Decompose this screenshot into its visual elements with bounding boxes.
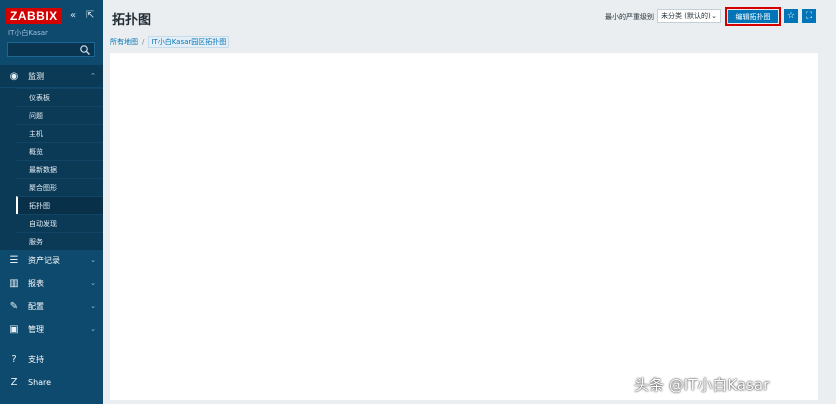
monitoring-submenu: 仪表板 问题 主机 概览 最新数据 聚合图形 拓扑图 自动发现 服务 (0, 88, 103, 250)
breadcrumb-all-maps[interactable]: 所有地图 (110, 37, 138, 47)
sidebar: ZABBIX « ⇱ IT小白Kasar ◉ 监测 ⌃ 仪表板 问题 主机 概览… (0, 0, 103, 404)
share-icon: Z (10, 376, 18, 388)
sidebar-search-input[interactable] (7, 42, 95, 57)
map-canvas[interactable] (110, 53, 818, 400)
submenu-item-latest-data[interactable]: 最新数据 (16, 160, 103, 178)
severity-select-value: 未分类 (默认的) (661, 12, 711, 20)
collapse-sidebar-icon[interactable]: « (70, 10, 76, 22)
watermark: 头条 @IT小白Kasar (634, 376, 770, 394)
submenu-item-overview[interactable]: 概览 (16, 142, 103, 160)
menu-administration[interactable]: ▣ 管理 ⌄ (0, 318, 103, 340)
menu-configuration-label: 配置 (28, 301, 44, 311)
menu-monitoring-label: 监测 (28, 71, 44, 81)
submenu-item-discovery[interactable]: 自动发现 (16, 214, 103, 232)
menu-support[interactable]: ? 支持 (0, 348, 103, 370)
support-icon: ? (11, 353, 17, 365)
star-icon[interactable]: ☆ (784, 9, 798, 23)
submenu-item-dashboard[interactable]: 仪表板 (16, 88, 103, 106)
edit-map-button[interactable]: 编辑拓扑图 (728, 10, 778, 23)
chevron-down-icon: ⌄ (90, 256, 96, 264)
chevron-down-icon: ⌄ (90, 325, 96, 333)
menu-share-label: Share (28, 377, 52, 387)
menu-reports[interactable]: ▥ 报表 ⌄ (0, 272, 103, 294)
chevron-down-icon: ⌄ (90, 302, 96, 310)
server-name: IT小白Kasar (8, 29, 48, 37)
breadcrumb-separator: / (142, 38, 145, 46)
kiosk-mode-icon[interactable]: ⇱ (86, 10, 94, 22)
breadcrumb: 所有地图 / IT小白Kasar园区拓扑图 (110, 35, 230, 49)
submenu-item-services[interactable]: 服务 (16, 232, 103, 250)
breadcrumb-current-map[interactable]: IT小白Kasar园区拓扑图 (148, 36, 230, 48)
menu-configuration[interactable]: ✎ 配置 ⌄ (0, 295, 103, 317)
chevron-up-icon: ⌃ (90, 72, 96, 80)
menu-monitoring[interactable]: ◉ 监测 ⌃ (0, 65, 103, 87)
chart-icon: ▥ (9, 277, 19, 289)
submenu-item-maps[interactable]: 拓扑图 (16, 196, 103, 214)
admin-icon: ▣ (9, 323, 19, 335)
severity-select[interactable]: 未分类 (默认的) ⌄ (657, 9, 721, 23)
zabbix-app: ZABBIX « ⇱ IT小白Kasar ◉ 监测 ⌃ 仪表板 问题 主机 概览… (0, 0, 836, 404)
menu-inventory[interactable]: ☰ 资产记录 ⌄ (0, 249, 103, 271)
zabbix-logo[interactable]: ZABBIX (6, 8, 62, 24)
menu-administration-label: 管理 (28, 324, 44, 334)
menu-share[interactable]: Z Share (0, 371, 103, 393)
menu-inventory-label: 资产记录 (28, 255, 60, 265)
eye-icon: ◉ (9, 70, 19, 82)
logo-row: ZABBIX (6, 8, 62, 24)
min-severity-label: 最小的严重级别 (605, 13, 654, 21)
submenu-item-hosts[interactable]: 主机 (16, 124, 103, 142)
chevron-down-icon: ⌄ (711, 12, 717, 20)
page-title: 拓扑图 (112, 13, 152, 28)
list-icon: ☰ (9, 254, 19, 266)
menu-reports-label: 报表 (28, 278, 44, 288)
submenu-item-screens[interactable]: 聚合图形 (16, 178, 103, 196)
chevron-down-icon: ⌄ (90, 279, 96, 287)
submenu-item-problems[interactable]: 问题 (16, 106, 103, 124)
fullscreen-icon[interactable]: ⛶ (802, 9, 816, 23)
wrench-icon: ✎ (9, 300, 19, 312)
edit-map-highlight: 编辑拓扑图 (725, 7, 781, 26)
menu-support-label: 支持 (28, 354, 44, 364)
search-icon[interactable] (79, 44, 91, 56)
